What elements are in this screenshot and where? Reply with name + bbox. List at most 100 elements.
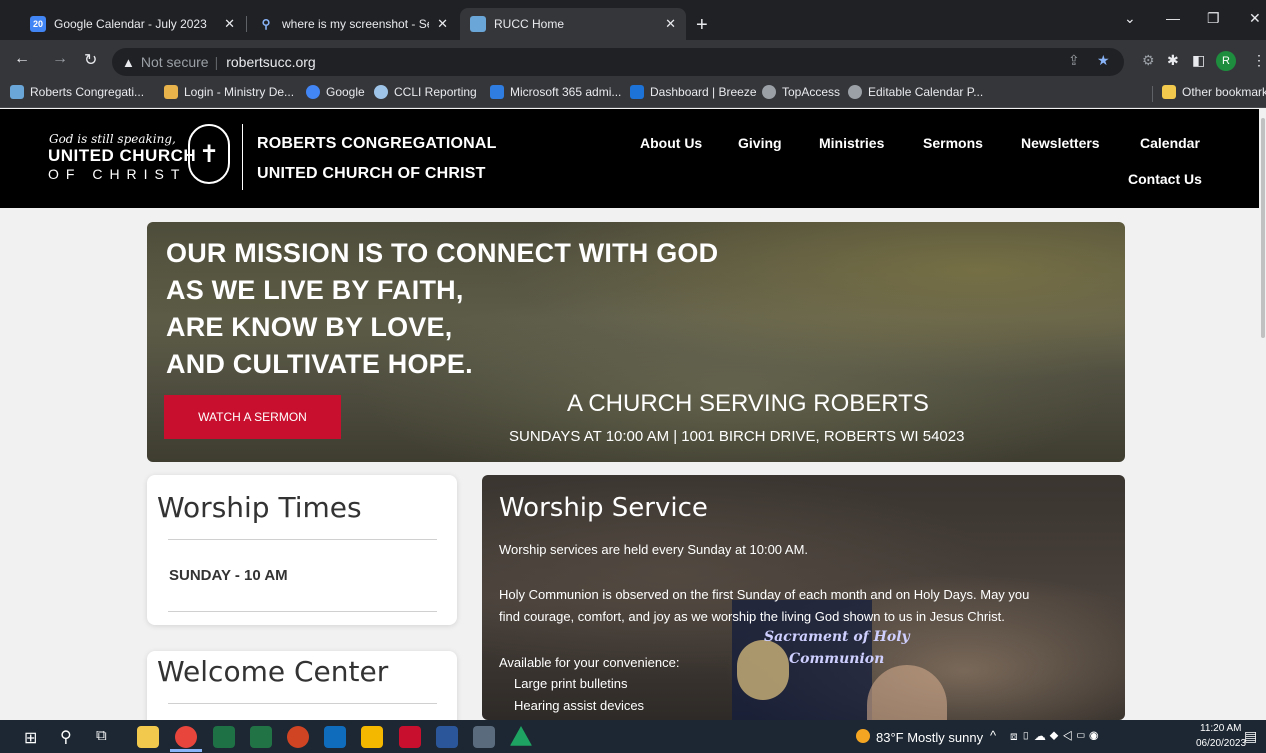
hero-address: SUNDAYS AT 10:00 AM | 1001 BIRCH DRIVE, … <box>509 428 965 445</box>
tab-rucc-home[interactable]: RUCC Home ✕ <box>460 8 686 40</box>
bookmark-item[interactable]: CCLI Reporting <box>374 85 477 99</box>
bookmark-item[interactable]: TopAccess <box>762 85 840 99</box>
divider <box>168 611 437 612</box>
bookmark-label: CCLI Reporting <box>394 85 477 99</box>
ccli-icon <box>374 85 388 99</box>
new-tab-button[interactable]: + <box>696 14 708 37</box>
card-title: Worship Service <box>499 493 708 523</box>
microsoft-icon <box>490 85 504 99</box>
side-panel-icon[interactable]: ◧ <box>1192 52 1205 69</box>
calculator-icon[interactable] <box>473 726 495 748</box>
chevron-up-icon[interactable]: ^ <box>990 728 996 743</box>
search-icon[interactable]: ⚲ <box>60 727 72 747</box>
outlook-icon[interactable] <box>324 726 346 748</box>
hero-line: AND CULTIVATE HOPE. <box>166 349 473 379</box>
word-icon[interactable] <box>436 726 458 748</box>
share-icon[interactable]: ⇪ <box>1068 52 1080 69</box>
church-name-line1[interactable]: ROBERTS CONGREGATIONAL <box>257 135 497 153</box>
close-icon[interactable]: ✕ <box>224 16 235 32</box>
welcome-center-card: Welcome Center <box>147 651 457 731</box>
logo-of-christ[interactable]: OF CHRIST <box>48 166 186 182</box>
tab-search-chevron-icon[interactable]: ⌄ <box>1124 10 1136 27</box>
nav-calendar[interactable]: Calendar <box>1140 135 1200 151</box>
bookmark-divider <box>1152 86 1153 102</box>
windows-start-icon[interactable]: ⊞ <box>24 728 37 748</box>
restore-icon[interactable]: ❐ <box>1207 10 1220 27</box>
address-bar[interactable]: ▲ Not secure | robertsucc.org <box>112 48 1124 76</box>
bookmark-star-icon[interactable]: ★ <box>1097 52 1110 69</box>
nav-giving[interactable]: Giving <box>738 135 782 151</box>
logo-ucc[interactable]: UNITED CHURCH <box>48 147 196 164</box>
image-caption: Communion <box>789 651 885 667</box>
clock-time[interactable]: 11:20 AM <box>1200 723 1242 734</box>
window-close-icon[interactable]: ✕ <box>1249 10 1261 27</box>
tab-separator <box>246 16 247 32</box>
nav-about-us[interactable]: About Us <box>640 135 702 151</box>
communion-bread-image <box>737 640 789 700</box>
tab-google-calendar[interactable]: 20 Google Calendar - July 2023 ✕ <box>20 8 245 40</box>
logo-tagline: God is still speaking, <box>49 132 176 146</box>
bookmark-item[interactable]: Dashboard | Breeze <box>630 85 757 99</box>
service-text: find courage, comfort, and joy as we wor… <box>499 609 1005 624</box>
bookmark-item[interactable]: Google <box>306 85 365 99</box>
page-icon <box>164 85 178 99</box>
weather-text[interactable]: 83°F Mostly sunny <box>876 730 983 745</box>
publisher-icon[interactable] <box>250 726 272 748</box>
minimize-icon[interactable]: — <box>1166 10 1180 26</box>
excel-icon[interactable] <box>213 726 235 748</box>
breeze-icon <box>630 85 644 99</box>
service-list-item: Large print bulletins <box>514 676 628 691</box>
reload-icon[interactable]: ↻ <box>84 50 97 70</box>
back-icon[interactable]: ← <box>14 50 30 68</box>
service-text: Available for your convenience: <box>499 655 680 670</box>
hero-banner: OUR MISSION IS TO CONNECT WITH GOD AS WE… <box>147 222 1125 462</box>
folder-icon <box>1162 85 1176 99</box>
forward-icon[interactable]: → <box>52 50 68 68</box>
church-seal-icon[interactable]: ✝ <box>188 124 230 184</box>
warning-icon[interactable]: ▲ <box>122 55 135 70</box>
pastor-image <box>867 665 947 720</box>
watch-sermon-button[interactable]: WATCH A SERMON <box>164 395 341 439</box>
tab-title: RUCC Home <box>494 17 565 31</box>
divider <box>168 539 437 540</box>
bookmark-item[interactable]: Roberts Congregati... <box>10 85 144 99</box>
church-name-line2[interactable]: UNITED CHURCH OF CHRIST <box>257 165 486 183</box>
task-view-icon[interactable]: ⧉ <box>96 727 107 744</box>
url-text[interactable]: robertsucc.org <box>226 54 315 70</box>
nav-sermons[interactable]: Sermons <box>923 135 983 151</box>
tab-title: Google Calendar - July 2023 <box>54 17 207 31</box>
bookmark-item[interactable]: Editable Calendar P... <box>848 85 983 99</box>
close-icon[interactable]: ✕ <box>437 16 448 32</box>
bookmark-item[interactable]: Microsoft 365 admi... <box>490 85 621 99</box>
nav-contact-us[interactable]: Contact Us <box>1128 171 1202 187</box>
file-explorer-icon[interactable] <box>137 726 159 748</box>
powerpoint-icon[interactable] <box>287 726 309 748</box>
puzzle-icon[interactable]: ✱ <box>1167 52 1179 69</box>
clock-date[interactable]: 06/20/2023 <box>1196 738 1246 749</box>
tray-icons[interactable]: ⧈ ▯ ☁ ◆ ◁ ▭ ◉ <box>1010 729 1099 744</box>
page-icon <box>10 85 24 99</box>
app-icon[interactable] <box>399 726 421 748</box>
close-icon[interactable]: ✕ <box>665 16 676 32</box>
profile-avatar[interactable]: R <box>1216 51 1236 71</box>
calendar-icon: 20 <box>30 16 46 32</box>
bookmark-label: Editable Calendar P... <box>868 85 984 99</box>
globe-icon <box>848 85 862 99</box>
nav-newsletters[interactable]: Newsletters <box>1021 135 1100 151</box>
search-icon: ⚲ <box>261 17 271 31</box>
bookmark-item[interactable]: Login - Ministry De... <box>164 85 294 99</box>
sticky-notes-icon[interactable] <box>361 726 383 748</box>
chrome-icon[interactable] <box>175 726 197 748</box>
weather-icon[interactable] <box>856 729 870 743</box>
other-bookmarks[interactable]: Other bookmarks <box>1162 85 1266 99</box>
menu-icon[interactable]: ⋮ <box>1252 52 1266 69</box>
security-label[interactable]: Not secure <box>141 54 209 70</box>
tab-search[interactable]: ⚲ where is my screenshot - Search ✕ <box>248 8 458 40</box>
active-app-indicator <box>170 749 202 752</box>
notification-icon[interactable]: ▤ <box>1244 728 1257 745</box>
scrollbar-thumb[interactable] <box>1261 118 1265 338</box>
nav-ministries[interactable]: Ministries <box>819 135 884 151</box>
worship-times-card: Worship Times SUNDAY - 10 AM <box>147 475 457 625</box>
page-icon <box>470 16 486 32</box>
extension-icon[interactable]: ⚙ <box>1142 52 1155 69</box>
